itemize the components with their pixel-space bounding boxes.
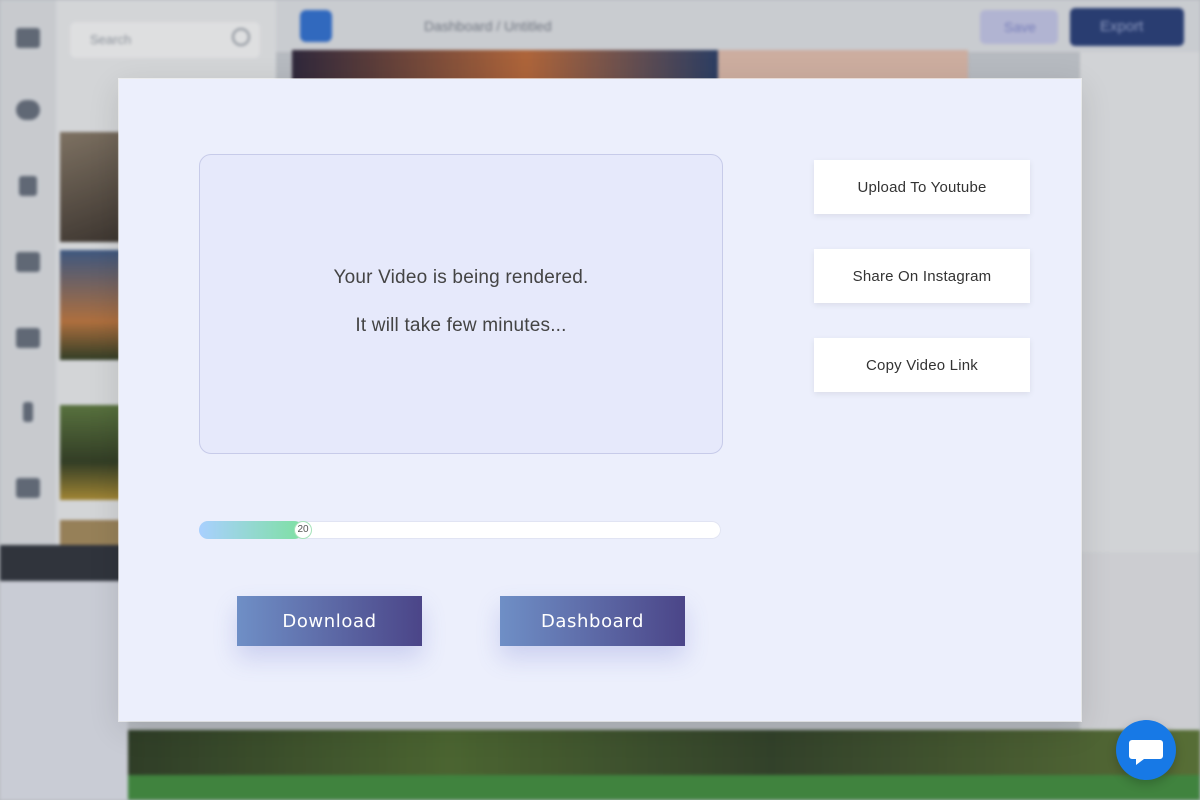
upload-youtube-label: Upload To Youtube bbox=[857, 178, 987, 196]
render-status-text: Your Video is being rendered. bbox=[333, 267, 589, 288]
dashboard-button[interactable]: Dashboard bbox=[500, 596, 685, 646]
share-instagram-button[interactable]: Share On Instagram bbox=[814, 249, 1030, 303]
progress-percent-badge: 20 bbox=[294, 521, 312, 539]
chat-bubble-icon bbox=[1129, 740, 1163, 765]
render-eta-text: It will take few minutes... bbox=[355, 315, 567, 336]
download-button[interactable]: Download bbox=[237, 596, 422, 646]
upload-youtube-button[interactable]: Upload To Youtube bbox=[814, 160, 1030, 214]
render-preview: Your Video is being rendered. It will ta… bbox=[199, 154, 723, 454]
share-instagram-label: Share On Instagram bbox=[852, 267, 992, 285]
copy-video-link-label: Copy Video Link bbox=[866, 356, 978, 374]
copy-video-link-button[interactable]: Copy Video Link bbox=[814, 338, 1030, 392]
render-modal: Your Video is being rendered. It will ta… bbox=[119, 79, 1081, 721]
progress-fill bbox=[199, 521, 303, 539]
chat-widget-button[interactable] bbox=[1116, 720, 1176, 780]
render-progress-bar: 20 bbox=[199, 521, 721, 539]
